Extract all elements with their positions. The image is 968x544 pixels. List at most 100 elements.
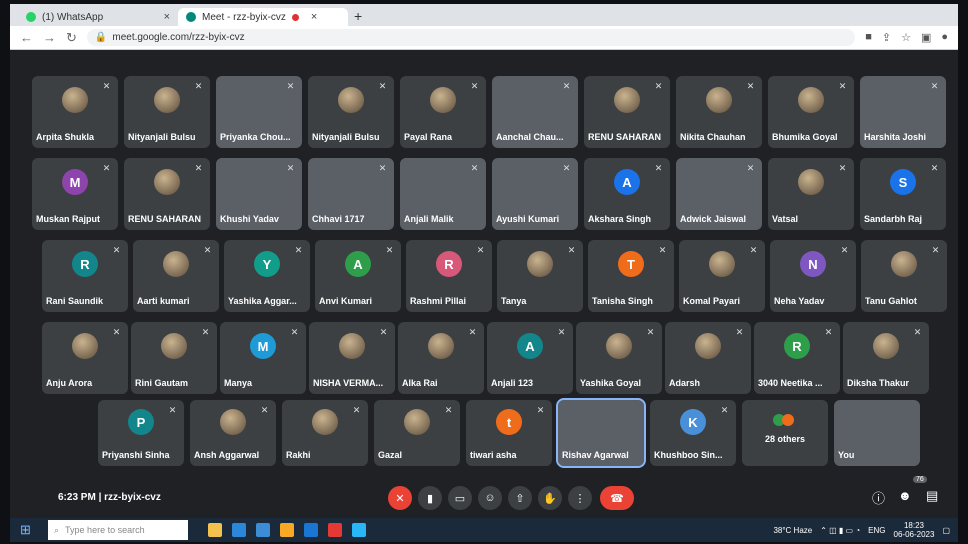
participant-tile[interactable]: ✕ Vatsal	[768, 158, 854, 230]
participant-tile[interactable]: Y ✕ Yashika Aggar...	[224, 240, 310, 312]
participant-name: RENU SAHARAN	[588, 132, 662, 142]
tab-whatsapp[interactable]: (1) WhatsApp ×	[18, 8, 178, 26]
participant-tile[interactable]: R ✕ Rashmi Pillai	[406, 240, 492, 312]
share-icon[interactable]: ⇪	[882, 31, 891, 44]
participant-tile[interactable]: ✕ Rakhi	[282, 400, 368, 466]
captions-button[interactable]: ▭	[448, 486, 472, 510]
participant-tile[interactable]: ✕ Nityanjali Bulsu	[124, 76, 210, 148]
participant-tile[interactable]: ✕ Rini Gautam	[131, 322, 217, 394]
present-button[interactable]: ⇧	[508, 486, 532, 510]
leave-call-button[interactable]: ☎	[600, 486, 634, 510]
participant-tile[interactable]: M ✕ Manya	[220, 322, 306, 394]
participant-name: Neha Yadav	[774, 296, 825, 306]
participant-tile[interactable]: ✕ Ansh Aggarwal	[190, 400, 276, 466]
participant-tile[interactable]: K ✕ Khushboo Sin...	[650, 400, 736, 466]
close-icon[interactable]: ×	[164, 11, 170, 23]
people-icon[interactable]: ☻	[898, 488, 912, 503]
participant-tile[interactable]: ✕ Tanu Gahlot	[861, 240, 947, 312]
notification-icon[interactable]: ▢	[942, 526, 950, 535]
new-tab-button[interactable]: +	[354, 8, 362, 26]
participant-tile[interactable]: ✕ Adwick Jaiswal	[676, 158, 762, 230]
participant-tile[interactable]: N ✕ Neha Yadav	[770, 240, 856, 312]
raise-hand-button[interactable]: ✋	[538, 486, 562, 510]
participant-tile[interactable]: Rishav Agarwal	[556, 398, 646, 468]
participant-tile[interactable]: 28 others	[742, 400, 828, 466]
participant-tile[interactable]: ✕ Bhumika Goyal	[768, 76, 854, 148]
tray-icons[interactable]: ⌃ ◫ ▮ ▭ ◔	[820, 526, 860, 535]
participant-tile[interactable]: ✕ Priyanka Chou...	[216, 76, 302, 148]
participant-tile[interactable]: ✕ Ayushi Kumari	[492, 158, 578, 230]
mic-off-icon: ✕	[112, 245, 121, 255]
participant-tile[interactable]: P ✕ Priyanshi Sinha	[98, 400, 184, 466]
info-icon[interactable]: ⓘ	[872, 488, 885, 507]
participant-tile[interactable]: M ✕ Muskan Rajput	[32, 158, 118, 230]
participant-tile[interactable]: ✕ Nityanjali Bulsu	[308, 76, 394, 148]
clock[interactable]: 18:23 06-06-2023	[894, 521, 935, 539]
tab-meet[interactable]: Meet - rzz-byix-cvz ×	[178, 8, 348, 26]
participant-tile[interactable]: ✕ Arpita Shukla	[32, 76, 118, 148]
explorer-icon[interactable]	[256, 523, 270, 537]
participant-name: Harshita Joshi	[864, 132, 927, 142]
bookmark-star-icon[interactable]: ☆	[901, 31, 911, 44]
back-icon[interactable]: ←	[20, 30, 33, 45]
participant-tile[interactable]: ✕ Adarsh	[665, 322, 751, 394]
participant-tile[interactable]: ✕ Anjali Malik	[400, 158, 486, 230]
participant-tile[interactable]: ✕ Yashika Goyal	[576, 322, 662, 394]
mic-off-icon: ✕	[294, 245, 303, 255]
edge-icon[interactable]	[232, 523, 246, 537]
chrome-icon[interactable]	[328, 523, 342, 537]
windows-start-icon[interactable]: ⊞	[20, 522, 40, 538]
participant-tile[interactable]: ✕ RENU SAHARAN	[124, 158, 210, 230]
close-icon[interactable]: ×	[311, 11, 317, 23]
avatar	[891, 251, 917, 278]
url-field[interactable]: 🔒 meet.google.com/rzz-byix-cvz	[86, 29, 856, 46]
participant-tile[interactable]: ✕ Harshita Joshi	[860, 76, 946, 148]
participant-tile[interactable]: ✕ Diksha Thakur	[843, 322, 929, 394]
participant-tile[interactable]: ✕ Aarti kumari	[133, 240, 219, 312]
store-icon[interactable]	[352, 523, 366, 537]
language-indicator[interactable]: ENG	[868, 526, 885, 535]
taskbar-search[interactable]: ⌕ Type here to search	[48, 520, 188, 540]
participant-tile[interactable]: ✕ Aanchal Chau...	[492, 76, 578, 148]
participant-tile[interactable]: S ✕ Sandarbh Raj	[860, 158, 946, 230]
participant-tile[interactable]: A ✕ Anjali 123	[487, 322, 573, 394]
participant-tile[interactable]: ✕ Khushi Yadav	[216, 158, 302, 230]
folder-icon[interactable]	[280, 523, 294, 537]
weather-status[interactable]: 38°C Haze	[773, 526, 812, 535]
participant-tile[interactable]: ✕ Komal Payari	[679, 240, 765, 312]
participant-tile[interactable]: ✕ Alka Rai	[398, 322, 484, 394]
reactions-button[interactable]: ☺	[478, 486, 502, 510]
participant-tile[interactable]: t ✕ tiwari asha	[466, 400, 552, 466]
reload-icon[interactable]: ↻	[66, 30, 77, 46]
participant-name: Aanchal Chau...	[496, 132, 564, 142]
more-options-button[interactable]: ⋮	[568, 486, 592, 510]
taskview-icon[interactable]	[208, 523, 222, 537]
profile-icon[interactable]: ●	[941, 31, 948, 44]
participant-tile[interactable]: ✕ Payal Rana	[400, 76, 486, 148]
participant-tile[interactable]: ✕ Chhavi 1717	[308, 158, 394, 230]
search-placeholder: Type here to search	[65, 525, 145, 535]
participant-tile[interactable]: R ✕ Rani Saundik	[42, 240, 128, 312]
mic-toggle-button[interactable]: ✕	[388, 486, 412, 510]
mail-icon[interactable]	[304, 523, 318, 537]
sidebar-icon[interactable]: ▣	[921, 31, 931, 44]
avatar	[72, 333, 98, 360]
participant-tile[interactable]: A ✕ Anvi Kumari	[315, 240, 401, 312]
chat-icon[interactable]: ▤	[926, 488, 938, 504]
participant-tile[interactable]: ✕ Nikita Chauhan	[676, 76, 762, 148]
participant-tile[interactable]: R ✕ 3040 Neetika ...	[754, 322, 840, 394]
camera-icon[interactable]: ■	[865, 31, 872, 44]
forward-icon[interactable]: →	[43, 30, 56, 45]
participant-tile[interactable]: ✕ RENU SAHARAN	[584, 76, 670, 148]
participant-tile[interactable]: ✕ Tanya	[497, 240, 583, 312]
participant-tile[interactable]: ✕ Anju Arora	[42, 322, 128, 394]
participant-tile[interactable]: A ✕ Akshara Singh	[584, 158, 670, 230]
participant-grid: ✕ Arpita Shukla ✕ Nityanjali Bulsu ✕ Priyanka…	[10, 50, 958, 478]
camera-toggle-button[interactable]: ▮	[418, 486, 442, 510]
participant-tile[interactable]: ✕ NISHA VERMA...	[309, 322, 395, 394]
participant-tile[interactable]: ✕ Gazal	[374, 400, 460, 466]
mic-off-icon: ✕	[260, 405, 269, 415]
avatar	[154, 169, 180, 196]
participant-tile[interactable]: You	[834, 400, 920, 466]
participant-tile[interactable]: T ✕ Tanisha Singh	[588, 240, 674, 312]
